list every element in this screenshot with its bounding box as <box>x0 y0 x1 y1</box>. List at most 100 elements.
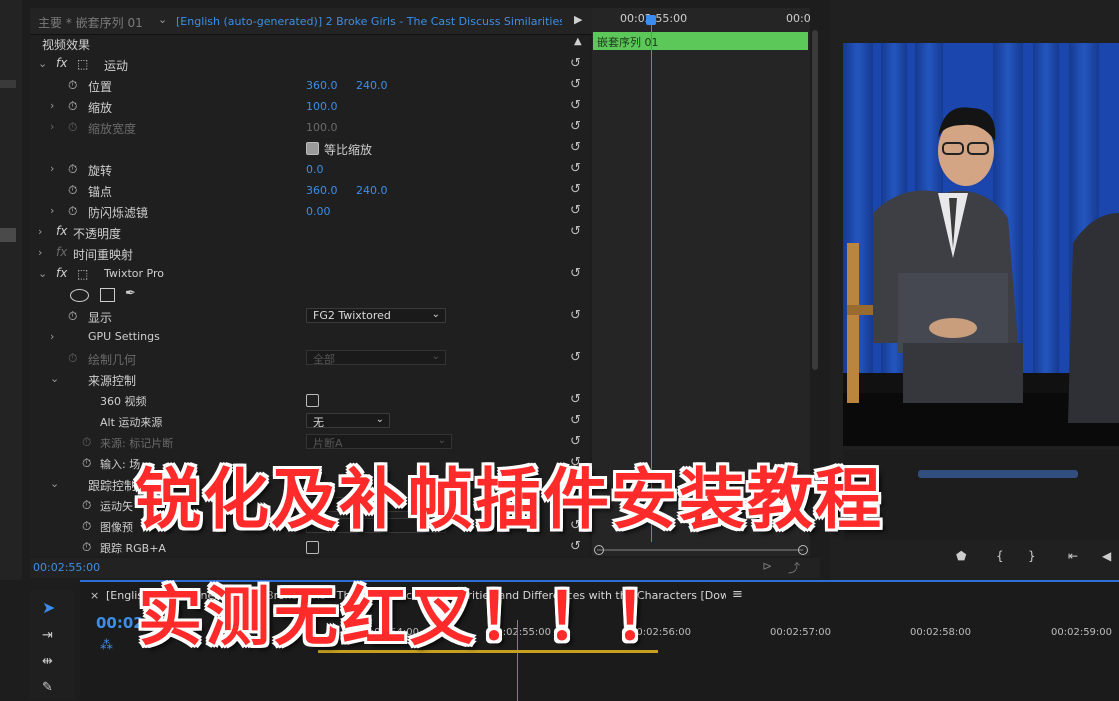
reset-icon[interactable]: ↺ <box>570 98 581 113</box>
zoom-handle-left[interactable] <box>594 545 604 555</box>
reset-icon[interactable]: ↺ <box>570 308 581 323</box>
mark-out-icon[interactable]: } <box>1028 549 1036 563</box>
tab-main-sequence[interactable]: 主要 * 嵌套序列 01 <box>38 14 143 31</box>
stopwatch-icon[interactable]: ⏱ <box>68 162 77 177</box>
chevron-down-icon[interactable]: ⌄ <box>50 477 59 490</box>
chevron-down-icon[interactable]: ⌄ <box>38 267 47 280</box>
stopwatch-icon[interactable]: ⏱ <box>68 78 77 93</box>
reset-icon[interactable]: ↺ <box>570 56 581 71</box>
zoom-handle-right[interactable] <box>798 545 808 555</box>
stopwatch-icon[interactable]: ⏱ <box>68 309 77 324</box>
row-anti-flicker[interactable]: › ⏱ 防闪烁滤镜 0.00 ↺ <box>30 201 590 222</box>
reset-icon[interactable]: ↺ <box>570 266 581 281</box>
selection-tool-icon[interactable]: ➤ <box>42 598 55 617</box>
row-twixtor[interactable]: ⌄ fx ⬚ Twixtor Pro ↺ <box>30 264 590 285</box>
step-back-icon[interactable]: ◀ <box>1102 549 1111 563</box>
display-dropdown[interactable]: FG2 Twixtored ⌄ <box>306 308 446 323</box>
value-x[interactable]: 360.0 <box>306 184 338 197</box>
row-position[interactable]: ⏱ 位置 360.0 240.0 ↺ <box>30 75 590 96</box>
stopwatch-icon[interactable]: ⏱ <box>82 519 91 534</box>
value[interactable]: 0.0 <box>306 163 324 176</box>
row-uniform-scale[interactable]: 等比缩放 ↺ <box>30 138 590 159</box>
mark-in-icon[interactable]: { <box>996 549 1004 563</box>
alt-motion-source-dropdown[interactable]: 无 ⌄ <box>306 413 390 429</box>
value[interactable]: 100.0 <box>306 100 338 113</box>
play-only-icon[interactable]: ▶ <box>574 13 582 26</box>
video-360-checkbox[interactable] <box>306 394 319 407</box>
zoom-scrollbar[interactable] <box>597 549 803 551</box>
row-scale-width[interactable]: › ⏱ 缩放宽度 100.0 ↺ <box>30 117 590 138</box>
reset-icon[interactable]: ↺ <box>570 140 581 155</box>
reset-icon[interactable]: ↺ <box>570 392 581 407</box>
filter-icon[interactable]: ⊳ <box>762 559 772 573</box>
chevron-right-icon[interactable]: › <box>50 330 54 343</box>
row-alt-motion-source[interactable]: Alt 运动来源 无 ⌄ ↺ <box>30 411 590 432</box>
reset-icon[interactable]: ↺ <box>570 182 581 197</box>
fx-icon[interactable]: fx <box>56 56 67 70</box>
transform-icon[interactable]: ⬚ <box>77 57 88 71</box>
reset-icon[interactable]: ↺ <box>570 119 581 134</box>
row-draw-geometry[interactable]: ⏱ 绘制几何 全部 ⌄ ↺ <box>30 348 590 369</box>
chevron-right-icon[interactable]: › <box>38 225 42 238</box>
stopwatch-icon[interactable]: ⏱ <box>68 99 77 114</box>
track-rgba-checkbox[interactable] <box>306 541 319 554</box>
stopwatch-icon[interactable]: ⏱ <box>82 456 91 471</box>
pen-mask-icon[interactable]: ✒ <box>125 286 136 301</box>
snap-icon[interactable]: ⁂ <box>100 638 113 653</box>
row-rotation[interactable]: › ⏱ 旋转 0.0 ↺ <box>30 159 590 180</box>
stopwatch-icon[interactable]: ⏱ <box>82 540 91 555</box>
uniform-scale-checkbox[interactable] <box>306 142 319 155</box>
close-icon[interactable]: × <box>90 589 99 602</box>
row-gpu-settings[interactable]: › GPU Settings <box>30 327 590 348</box>
razor-tool-icon[interactable]: ✎ <box>42 680 53 695</box>
chevron-right-icon[interactable]: › <box>50 120 54 133</box>
menu-icon[interactable]: ≡ <box>732 587 743 602</box>
chevron-down-icon[interactable]: ⌄ <box>50 372 59 385</box>
reset-icon[interactable]: ↺ <box>570 161 581 176</box>
chevron-down-icon[interactable]: ⌄ <box>158 13 167 26</box>
value-y[interactable]: 240.0 <box>356 184 388 197</box>
monitor-scrub-bar[interactable] <box>918 470 1078 478</box>
value-y[interactable]: 240.0 <box>356 79 388 92</box>
reset-icon[interactable]: ↺ <box>570 224 581 239</box>
chevron-right-icon[interactable]: › <box>50 204 54 217</box>
value[interactable]: 0.00 <box>306 205 331 218</box>
reset-icon[interactable]: ↺ <box>570 77 581 92</box>
track-select-tool-icon[interactable]: ⇥ <box>42 628 53 643</box>
current-timecode[interactable]: 00:02:55:00 <box>33 561 100 574</box>
ellipse-mask-icon[interactable] <box>70 289 89 302</box>
collapse-arrow-icon[interactable]: ▲ <box>574 36 582 47</box>
row-opacity[interactable]: › fx 不透明度 ↺ <box>30 222 590 243</box>
rectangle-mask-icon[interactable] <box>100 288 115 302</box>
row-anchor[interactable]: ⏱ 锚点 360.0 240.0 ↺ <box>30 180 590 201</box>
chevron-right-icon[interactable]: › <box>50 99 54 112</box>
nested-sequence-clip[interactable]: 嵌套序列 01 <box>593 32 808 50</box>
stopwatch-icon[interactable]: ⏱ <box>82 498 91 513</box>
stopwatch-icon[interactable]: ⏱ <box>68 183 77 198</box>
chevron-down-icon[interactable]: ⌄ <box>38 57 47 70</box>
row-scale[interactable]: › ⏱ 缩放 100.0 ↺ <box>30 96 590 117</box>
add-marker-icon[interactable]: ⬟ <box>956 549 966 563</box>
go-to-in-icon[interactable]: ⇤ <box>1068 549 1078 563</box>
row-video-360[interactable]: 360 视频 ↺ <box>30 390 590 411</box>
chevron-right-icon[interactable]: › <box>50 162 54 175</box>
stopwatch-icon[interactable]: ⏱ <box>68 204 77 219</box>
vertical-scrollbar[interactable] <box>812 30 818 370</box>
row-motion[interactable]: ⌄ fx ⬚ 运动 ↺ <box>30 54 590 75</box>
row-time-remap[interactable]: › fx 时间重映射 <box>30 243 590 264</box>
reset-icon[interactable]: ↺ <box>570 413 581 428</box>
dropdown-value: FG2 Twixtored <box>313 309 391 322</box>
fx-icon[interactable]: fx <box>56 224 67 238</box>
export-icon[interactable]: ⤴ <box>788 559 800 576</box>
tab-source-clip[interactable]: [English (auto-generated)] 2 Broke Girls… <box>176 15 562 28</box>
playhead-handle[interactable] <box>646 15 656 25</box>
fx-icon[interactable]: fx <box>56 266 67 280</box>
ripple-edit-tool-icon[interactable]: ⇹ <box>42 654 53 669</box>
value-x[interactable]: 360.0 <box>306 79 338 92</box>
row-display[interactable]: ⏱ 显示 FG2 Twixtored ⌄ ↺ <box>30 306 590 327</box>
chevron-right-icon[interactable]: › <box>38 246 42 259</box>
reset-icon[interactable]: ↺ <box>570 203 581 218</box>
row-source-control[interactable]: ⌄ 来源控制 <box>30 369 590 390</box>
reset-icon[interactable]: ↺ <box>570 350 581 365</box>
transform-icon[interactable]: ⬚ <box>77 267 88 281</box>
